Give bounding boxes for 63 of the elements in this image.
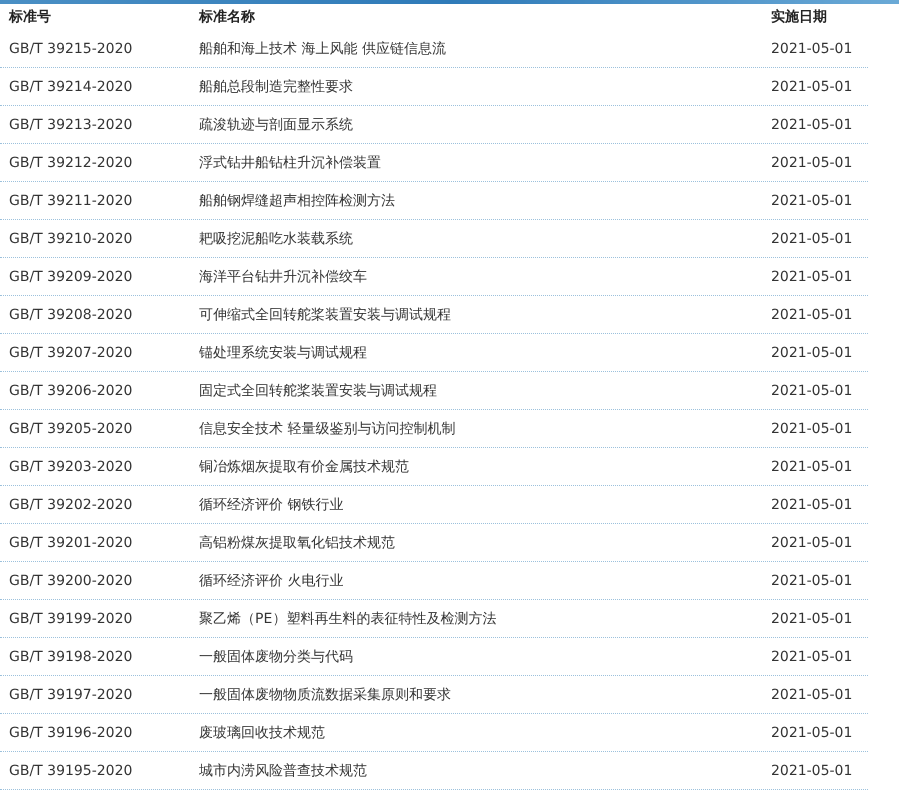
table-cell-text: GB/T 39196-2020 bbox=[8, 724, 134, 740]
table-cell-text: 固定式全回转舵桨装置安装与调试规程 bbox=[199, 382, 438, 400]
table-cell-text: 城市内涝风险普查技术规范 bbox=[199, 762, 368, 780]
table-cell-text: GB/T 39206-2020 bbox=[8, 382, 134, 398]
table-cell-text: GB/T 39203-2020 bbox=[8, 458, 134, 474]
table-cell-text: 2021-05-01 bbox=[771, 268, 854, 284]
table-cell-text: 船舶钢焊缝超声相控阵检测方法 bbox=[199, 192, 396, 210]
table-cell-text: GB/T 39213-2020 bbox=[8, 116, 134, 132]
table-cell-text: 2021-05-01 bbox=[771, 458, 854, 474]
column-header: 标准号 bbox=[8, 8, 52, 26]
table-cell-text: GB/T 39214-2020 bbox=[8, 78, 134, 94]
table-cell-text: 2021-05-01 bbox=[771, 420, 854, 436]
table-cell-text: 2021-05-01 bbox=[771, 496, 854, 512]
table-cell-text: 一般固体废物分类与代码 bbox=[199, 648, 354, 666]
table-cell-text: 高铝粉煤灰提取氧化铝技术规范 bbox=[199, 534, 396, 552]
table-cell-text: 锚处理系统安装与调试规程 bbox=[199, 344, 368, 362]
table-cell-text: GB/T 39208-2020 bbox=[8, 306, 134, 322]
table-cell-text: 循环经济评价 钢铁行业 bbox=[199, 496, 344, 514]
table-cell-text: 2021-05-01 bbox=[771, 116, 854, 132]
table-cell-text: 2021-05-01 bbox=[771, 230, 854, 246]
table-cell-text: 2021-05-01 bbox=[771, 724, 854, 740]
table-cell-text: 废玻璃回收技术规范 bbox=[199, 724, 326, 742]
table-cell-text: GB/T 39200-2020 bbox=[8, 572, 134, 588]
table-cell-text: GB/T 39201-2020 bbox=[8, 534, 134, 550]
table-cell-text: 船舶总段制造完整性要求 bbox=[199, 78, 354, 96]
table-cell-text: 一般固体废物物质流数据采集原则和要求 bbox=[199, 686, 452, 704]
table-cell-text: 2021-05-01 bbox=[771, 306, 854, 322]
table-cell-text: 2021-05-01 bbox=[771, 534, 854, 550]
table-cell-text: 耙吸挖泥船吃水装载系统 bbox=[199, 230, 354, 248]
table-cell-text: 2021-05-01 bbox=[771, 648, 854, 664]
table-cell-text: 循环经济评价 火电行业 bbox=[199, 572, 344, 590]
table-cell-text: 信息安全技术 轻量级鉴别与访问控制机制 bbox=[199, 420, 456, 438]
table-cell-text: GB/T 39202-2020 bbox=[8, 496, 134, 512]
table-cell-text: GB/T 39212-2020 bbox=[8, 154, 134, 170]
table-cell-text: 船舶和海上技术 海上风能 供应链信息流 bbox=[199, 40, 447, 58]
table-cell-text: GB/T 39210-2020 bbox=[8, 230, 134, 246]
table-cell-text: 2021-05-01 bbox=[771, 572, 854, 588]
table-cell-text: 聚乙烯（PE）塑料再生料的表征特性及检测方法 bbox=[199, 610, 498, 628]
table-cell-text: 铜冶炼烟灰提取有价金属技术规范 bbox=[199, 458, 410, 476]
table-cell-text: 浮式钻井船钻柱升沉补偿装置 bbox=[199, 154, 382, 172]
table-cell-text: 海洋平台钻井升沉补偿绞车 bbox=[199, 268, 368, 286]
table-cell-text: 2021-05-01 bbox=[771, 78, 854, 94]
table-cell-text: 疏浚轨迹与剖面显示系统 bbox=[199, 116, 354, 134]
column-header: 标准名称 bbox=[199, 8, 256, 26]
column-header: 实施日期 bbox=[771, 8, 828, 26]
table-cell-text: 2021-05-01 bbox=[771, 344, 854, 360]
table-cell-text: GB/T 39209-2020 bbox=[8, 268, 134, 284]
table-cell-text: 2021-05-01 bbox=[771, 154, 854, 170]
table-cell-text: 2021-05-01 bbox=[771, 192, 854, 208]
table-cell-text: 可伸缩式全回转舵桨装置安装与调试规程 bbox=[199, 306, 452, 324]
table-cell-text: 2021-05-01 bbox=[771, 686, 854, 702]
table-cell-text: 2021-05-01 bbox=[771, 382, 854, 398]
table-cell-text: GB/T 39197-2020 bbox=[8, 686, 134, 702]
table-cell-text: 2021-05-01 bbox=[771, 610, 854, 626]
table-cell-text: GB/T 39215-2020 bbox=[8, 40, 134, 56]
table-cell-text: 2021-05-01 bbox=[771, 762, 854, 778]
table-cell-text: GB/T 39207-2020 bbox=[8, 344, 134, 360]
table-cell-text: GB/T 39211-2020 bbox=[8, 192, 134, 208]
table-cell-text: GB/T 39205-2020 bbox=[8, 420, 134, 436]
table-cell-text: GB/T 39198-2020 bbox=[8, 648, 134, 664]
table-cell-text: GB/T 39199-2020 bbox=[8, 610, 134, 626]
table-cell-text: GB/T 39195-2020 bbox=[8, 762, 134, 778]
table-cell-text: 2021-05-01 bbox=[771, 40, 854, 56]
